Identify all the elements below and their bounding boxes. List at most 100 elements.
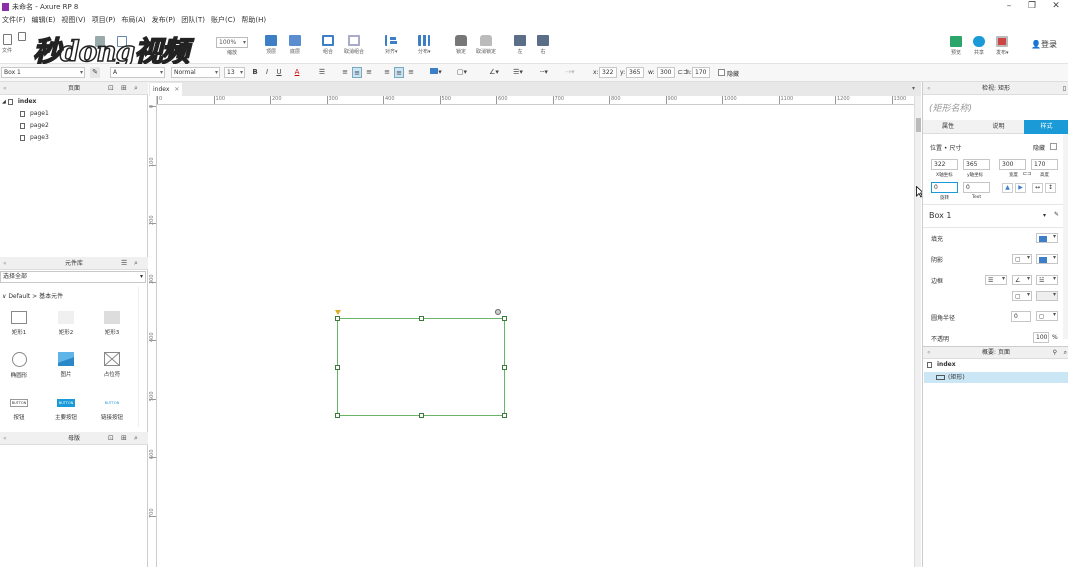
bring-to-top-button[interactable]: 顶层 <box>265 35 277 55</box>
collapse-icon[interactable]: « <box>3 432 7 445</box>
search-icon[interactable]: ⌕ <box>134 82 138 95</box>
border-width-picker[interactable]: ☰ <box>985 275 1007 285</box>
x-input[interactable]: 322 <box>599 67 617 78</box>
align-left-button[interactable]: ≡ <box>340 67 350 78</box>
resize-handle[interactable] <box>419 413 424 418</box>
font-color-button[interactable]: A <box>292 67 302 78</box>
inner-shadow-picker[interactable] <box>1036 254 1058 264</box>
widget-ellipse[interactable]: 椭圆形 <box>4 352 34 379</box>
resize-handle[interactable] <box>502 413 507 418</box>
bold-button[interactable]: B <box>250 67 260 78</box>
widget-primary-button[interactable]: BUTTON 主要按钮 <box>51 399 81 421</box>
valign-bottom-button[interactable]: ≡ <box>406 67 416 78</box>
underline-button[interactable]: U <box>274 67 284 78</box>
corner-radius-handle[interactable] <box>335 310 341 315</box>
design-canvas[interactable] <box>149 82 921 567</box>
zoom-control[interactable]: 100% 缩放 <box>216 37 248 56</box>
publish-button[interactable]: 发布▾ <box>996 36 1009 56</box>
minimize-button[interactable]: – <box>998 0 1020 13</box>
rotate-handle[interactable] <box>495 309 501 315</box>
menu-icon[interactable]: ☰ <box>121 257 127 270</box>
zoom-select[interactable]: 100% <box>216 37 248 48</box>
new-page-button[interactable] <box>18 32 26 43</box>
page-tree-item[interactable]: page2 <box>20 122 49 129</box>
resize-handle[interactable] <box>335 316 340 321</box>
widget-image[interactable]: 图片 <box>51 352 81 378</box>
notes-icon[interactable]: ▯ <box>1063 82 1066 95</box>
widget-button[interactable]: BUTTON 按钮 <box>4 399 34 421</box>
right-button[interactable]: 右 <box>537 35 549 55</box>
auto-fit-width-icon[interactable]: ▶ <box>1015 183 1026 193</box>
collapse-icon[interactable]: « <box>3 257 7 270</box>
widget-rectangle3[interactable]: 矩形3 <box>97 311 127 336</box>
library-group-header[interactable]: ∨ Default > 基本元件 <box>2 291 63 300</box>
tab-dropdown-icon[interactable]: ▾ <box>912 85 915 92</box>
width-input[interactable]: 300 <box>657 67 675 78</box>
resize-handle[interactable] <box>419 316 424 321</box>
menu-file[interactable]: 文件(F) <box>2 15 26 25</box>
widget-style-select[interactable]: Box 1 <box>1 67 85 78</box>
restore-button[interactable]: ❐ <box>1021 0 1043 13</box>
line-color-button[interactable]: ∠▾ <box>485 67 503 78</box>
opacity-input[interactable]: 100 <box>1033 332 1049 343</box>
font-style-select[interactable]: Normal <box>171 67 220 78</box>
menu-view[interactable]: 视图(V) <box>61 15 85 25</box>
outline-root[interactable]: index <box>927 361 956 368</box>
border-visibility-picker[interactable]: ▢ <box>1012 291 1032 301</box>
add-page-icon[interactable]: ⊡ <box>108 82 114 95</box>
send-to-bottom-button[interactable]: 底层 <box>289 35 301 55</box>
fill-color-picker[interactable] <box>1036 233 1058 243</box>
add-folder-icon[interactable]: ⊞ <box>121 432 127 445</box>
menu-publish[interactable]: 发布(P) <box>152 15 176 25</box>
arrow-style-picker[interactable] <box>1036 291 1058 301</box>
height-input[interactable]: 170 <box>1031 159 1058 170</box>
ungroup-button[interactable]: 取消组合 <box>344 35 364 55</box>
hidden-checkbox[interactable] <box>1050 143 1057 150</box>
left-button[interactable]: 左 <box>514 35 526 55</box>
edit-style-icon[interactable]: ✎ <box>1054 211 1059 218</box>
search-icon[interactable]: ⌕ <box>134 257 138 270</box>
distribute-button[interactable]: 分布▾ <box>418 35 431 55</box>
corner-radius-input[interactable]: 0 <box>1011 311 1031 322</box>
corner-picker[interactable]: ◻ <box>1036 311 1058 321</box>
file-button[interactable]: 文件 <box>2 34 12 54</box>
arrow-style-button[interactable]: ⇢▾ <box>561 67 579 78</box>
login-button[interactable]: 👤登录 <box>1031 39 1057 50</box>
tab-notes[interactable]: 说明 <box>973 120 1024 134</box>
library-select[interactable]: 选择全部 ▾ <box>0 271 146 283</box>
page-tree-item[interactable]: page3 <box>20 134 49 141</box>
outline-item[interactable]: (矩形) <box>924 372 1068 383</box>
canvas-vertical-scrollbar[interactable] <box>914 96 921 567</box>
unlock-button[interactable]: 取消锁定 <box>476 35 496 55</box>
align-right-button[interactable]: ≡ <box>364 67 374 78</box>
line-style-button[interactable]: ┄▾ <box>535 67 553 78</box>
x-coordinate-input[interactable]: 322 <box>931 159 958 170</box>
border-color-picker[interactable]: ∠ <box>1012 275 1032 285</box>
add-master-icon[interactable]: ⊡ <box>108 432 114 445</box>
share-button[interactable]: 共享 <box>973 36 985 56</box>
rotation-input[interactable]: 0 <box>931 182 958 193</box>
shadow-button[interactable]: ▢▾ <box>454 67 470 78</box>
collapse-icon[interactable]: « <box>927 82 931 95</box>
menu-help[interactable]: 帮助(H) <box>241 15 266 25</box>
widget-rectangle1[interactable]: 矩形1 <box>4 311 34 336</box>
y-coordinate-input[interactable]: 365 <box>963 159 990 170</box>
filter-icon[interactable]: ⚲ <box>1053 347 1057 359</box>
lock-button[interactable]: 锁定 <box>455 35 467 55</box>
valign-middle-button[interactable]: ≡ <box>394 67 404 78</box>
menu-arrange[interactable]: 布局(A) <box>121 15 145 25</box>
hidden-checkbox[interactable] <box>718 69 725 76</box>
page-tree-root[interactable]: ◢ index <box>2 98 36 105</box>
widget-name-field[interactable]: (矩形名称) <box>929 101 972 114</box>
preview-button[interactable]: 预览 <box>950 36 962 56</box>
search-icon[interactable]: ⌕ <box>134 432 138 445</box>
menu-edit[interactable]: 编辑(E) <box>32 15 56 25</box>
height-input[interactable]: 170 <box>692 67 710 78</box>
text-rotation-input[interactable]: 0 <box>963 182 990 193</box>
menu-team[interactable]: 团队(T) <box>181 15 205 25</box>
format-painter-icon[interactable]: ✎ <box>90 67 100 78</box>
valign-top-button[interactable]: ≡ <box>382 67 392 78</box>
y-input[interactable]: 365 <box>626 67 644 78</box>
page-tree-item[interactable]: page1 <box>20 110 49 117</box>
menu-project[interactable]: 项目(P) <box>92 15 116 25</box>
